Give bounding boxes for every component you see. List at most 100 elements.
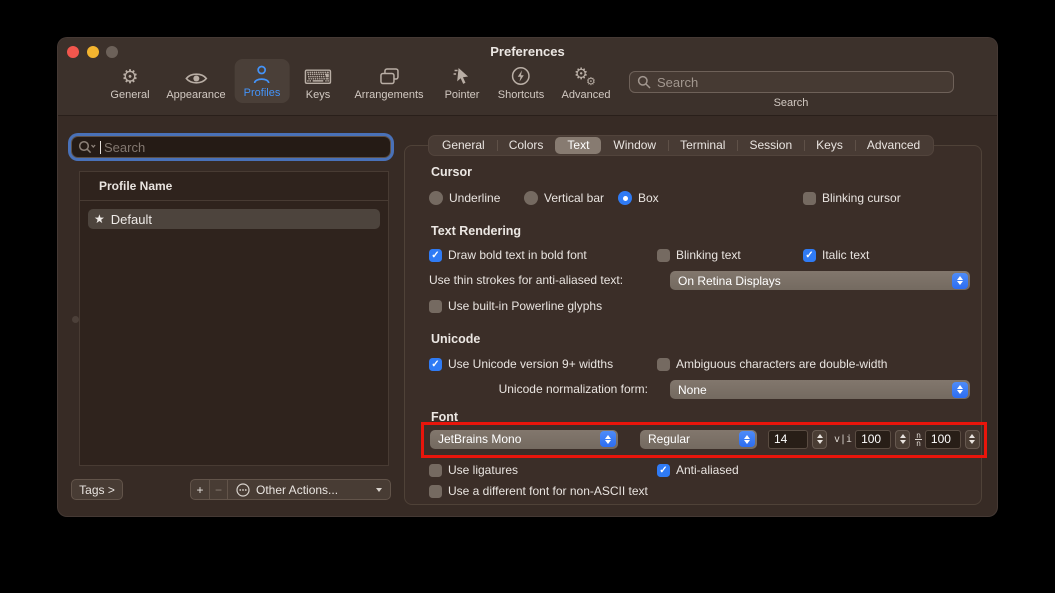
toolbar-item-label: Appearance xyxy=(166,89,226,101)
checkbox-powerline[interactable]: Use built-in Powerline glyphs xyxy=(429,297,602,315)
vertical-spacing-field[interactable] xyxy=(924,429,961,449)
blinking-cursor-label: Blinking cursor xyxy=(822,191,901,205)
checkbox-ligatures[interactable]: Use ligatures xyxy=(429,461,518,479)
antialiased-label: Anti-aliased xyxy=(676,463,739,477)
radio-vertical-bar[interactable]: Vertical bar xyxy=(524,189,604,207)
sidebar-handle-dot xyxy=(72,316,79,323)
person-icon xyxy=(251,61,273,85)
cursor-heading: Cursor xyxy=(431,165,472,179)
checkbox-icon-checked[interactable] xyxy=(429,248,442,262)
checkbox-icon[interactable] xyxy=(803,191,816,205)
non-ascii-label: Use a different font for non-ASCII text xyxy=(448,484,648,498)
checkbox-antialiased[interactable]: Anti-aliased xyxy=(657,461,739,479)
profile-search-field[interactable] xyxy=(71,136,391,158)
toolbar: Preferences ⚙ General Appearance Profile… xyxy=(58,38,997,116)
toolbar-item-appearance[interactable]: Appearance xyxy=(166,63,226,101)
radio-underline[interactable]: Underline xyxy=(429,189,500,207)
font-style-dropdown[interactable]: Regular xyxy=(640,429,757,449)
toolbar-item-shortcuts[interactable]: Shortcuts xyxy=(498,63,544,101)
blinking-text-label: Blinking text xyxy=(676,248,741,262)
tab-general[interactable]: General xyxy=(430,137,497,154)
horizontal-spacing-field[interactable] xyxy=(855,429,892,449)
tab-colors[interactable]: Colors xyxy=(496,137,556,154)
plus-icon: + xyxy=(196,482,204,497)
toolbar-item-advanced[interactable]: ⚙ ⚙ Advanced xyxy=(562,63,611,101)
checkbox-blinking-text[interactable]: Blinking text xyxy=(657,246,741,264)
toolbar-item-keys[interactable]: ⌨ Keys xyxy=(304,63,333,101)
search-icon xyxy=(637,75,651,89)
cursor-icon xyxy=(452,63,472,87)
profile-tab-bar: General Colors Text Window Terminal Sess… xyxy=(428,135,935,156)
checkbox-draw-bold[interactable]: Draw bold text in bold font xyxy=(429,246,587,264)
radio-icon-selected[interactable] xyxy=(618,191,632,205)
minus-icon: − xyxy=(214,482,222,497)
font-size-stepper[interactable] xyxy=(812,429,827,449)
radio-box[interactable]: Box xyxy=(618,189,659,207)
checkbox-icon-checked[interactable] xyxy=(429,357,442,371)
checkbox-icon[interactable] xyxy=(429,299,442,313)
popup-stepper-icon xyxy=(600,431,616,447)
bolt-icon xyxy=(510,63,532,87)
tab-window[interactable]: Window xyxy=(601,137,668,154)
font-family-value: JetBrains Mono xyxy=(438,432,522,446)
checkbox-icon[interactable] xyxy=(429,463,442,477)
checkbox-icon-checked[interactable] xyxy=(657,463,670,477)
text-rendering-heading: Text Rendering xyxy=(431,224,522,238)
horizontal-spacing-stepper[interactable] xyxy=(895,429,911,449)
other-actions-label: Other Actions... xyxy=(256,482,339,497)
tab-text[interactable]: Text xyxy=(555,137,602,154)
font-style-value: Regular xyxy=(648,432,691,446)
toolbar-item-label: Keys xyxy=(305,89,331,101)
checkbox-icon[interactable] xyxy=(657,357,670,371)
profile-row-default[interactable]: ★ Default xyxy=(88,209,380,229)
italic-text-label: Italic text xyxy=(822,248,870,262)
gears-icon: ⚙ ⚙ xyxy=(574,64,596,88)
checkbox-icon[interactable] xyxy=(429,484,442,498)
draw-bold-label: Draw bold text in bold font xyxy=(448,248,587,262)
normalization-dropdown[interactable]: None xyxy=(670,380,970,399)
circle-ellipsis-icon xyxy=(236,482,250,497)
ligatures-label: Use ligatures xyxy=(448,463,519,477)
remove-profile-button[interactable]: − xyxy=(209,480,227,499)
star-icon: ★ xyxy=(94,212,105,226)
search-filter-icon xyxy=(78,140,97,154)
tab-terminal[interactable]: Terminal xyxy=(668,137,737,154)
thin-strokes-value: On Retina Displays xyxy=(678,273,781,288)
vertical-spacing-stepper[interactable] xyxy=(964,429,980,449)
toolbar-search-input[interactable] xyxy=(657,74,946,90)
keyboard-icon: ⌨ xyxy=(303,65,333,89)
thin-strokes-dropdown[interactable]: On Retina Displays xyxy=(670,271,970,290)
radio-box-label: Box xyxy=(638,191,659,205)
checkbox-icon-checked[interactable] xyxy=(803,248,816,262)
toolbar-search-field[interactable] xyxy=(629,71,954,93)
profile-list: Profile Name ★ Default xyxy=(79,171,389,466)
unicode-v9-label: Use Unicode version 9+ widths xyxy=(448,357,614,371)
thin-strokes-label-text: Use thin strokes for anti-aliased text: xyxy=(429,273,624,287)
tags-button[interactable]: Tags > xyxy=(71,479,123,500)
profile-search-input[interactable] xyxy=(104,139,384,155)
thin-strokes-label: Use thin strokes for anti-aliased text: xyxy=(429,271,623,289)
tab-advanced[interactable]: Advanced xyxy=(854,137,932,154)
radio-icon[interactable] xyxy=(429,191,443,205)
toolbar-item-arrangements[interactable]: Arrangements xyxy=(354,63,424,101)
checkbox-non-ascii-font[interactable]: Use a different font for non-ASCII text xyxy=(429,482,648,500)
toolbar-item-general[interactable]: ⚙ General xyxy=(110,63,149,101)
radio-icon[interactable] xyxy=(524,191,538,205)
toolbar-item-profiles[interactable]: Profiles xyxy=(234,59,290,103)
checkbox-unicode-v9[interactable]: Use Unicode version 9+ widths xyxy=(429,355,613,373)
normalization-label: Unicode normalization form: xyxy=(499,380,648,398)
toolbar-item-pointer[interactable]: Pointer xyxy=(445,63,479,101)
checkbox-blinking-cursor[interactable]: Blinking cursor xyxy=(803,189,901,207)
toolbar-search-caption: Search xyxy=(773,97,809,109)
checkbox-icon[interactable] xyxy=(657,248,670,262)
other-actions-button[interactable]: Other Actions... xyxy=(227,480,390,499)
add-profile-button[interactable]: + xyxy=(191,480,209,499)
toolbar-item-label: Arrangements xyxy=(354,89,424,101)
tab-keys[interactable]: Keys xyxy=(804,137,855,154)
tab-session[interactable]: Session xyxy=(737,137,804,154)
font-size-field[interactable] xyxy=(768,429,808,449)
font-family-dropdown[interactable]: JetBrains Mono xyxy=(430,429,618,449)
vertical-spacing-icon-bottom: n xyxy=(916,438,921,448)
checkbox-ambiguous-width[interactable]: Ambiguous characters are double-width xyxy=(657,355,887,373)
checkbox-italic-text[interactable]: Italic text xyxy=(803,246,869,264)
